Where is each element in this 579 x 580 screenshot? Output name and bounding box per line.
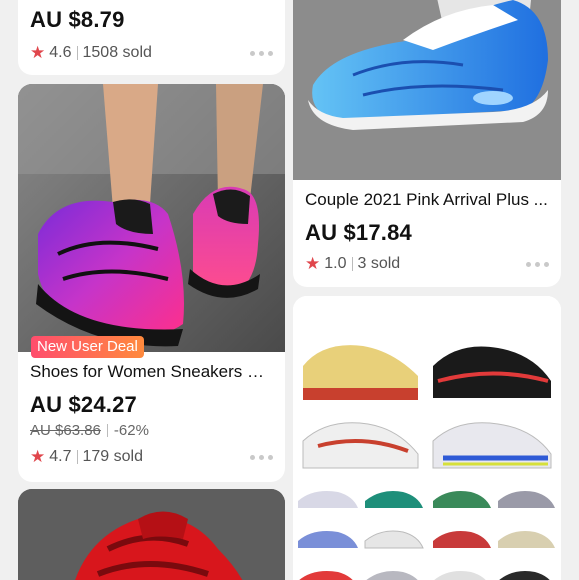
product-price: AU $8.79 — [30, 7, 125, 32]
rating-row: ★ 4.7 179 sold — [30, 446, 273, 468]
pink-sneakers-image — [18, 84, 285, 352]
sold-count: 1508 sold — [82, 44, 152, 61]
rating-value: 4.6 — [49, 44, 72, 61]
original-price: AU $63.86 — [30, 422, 101, 439]
more-dots-icon[interactable] — [250, 50, 273, 56]
new-user-deal-badge: New User Deal — [31, 336, 144, 358]
product-card[interactable] — [18, 489, 285, 580]
original-price-row: AU $63.86 -62% — [30, 422, 149, 439]
divider — [76, 450, 78, 464]
product-card[interactable]: AU $8.79 ★ 4.6 1508 sold — [18, 0, 285, 75]
product-image[interactable] — [18, 84, 285, 352]
product-title[interactable]: Shoes for Women Sneakers M... — [30, 362, 275, 382]
rating-value: 4.7 — [49, 448, 72, 465]
blue-sneaker-image — [293, 0, 561, 180]
star-icon: ★ — [305, 254, 321, 273]
product-image[interactable] — [18, 489, 285, 580]
rating-value: 1.0 — [324, 255, 347, 272]
product-price: AU $17.84 — [305, 220, 412, 245]
product-card[interactable] — [293, 296, 561, 580]
divider — [76, 46, 78, 60]
product-card[interactable]: New User Deal Shoes for Women Sneakers M… — [18, 84, 285, 482]
star-icon: ★ — [30, 43, 46, 62]
star-icon: ★ — [30, 447, 46, 466]
rating-row: ★ 4.6 1508 sold — [30, 42, 273, 64]
sold-count: 179 sold — [82, 448, 144, 465]
red-sneaker-image — [18, 489, 285, 580]
divider — [106, 424, 108, 437]
product-image[interactable] — [293, 0, 561, 180]
more-dots-icon[interactable] — [526, 261, 549, 267]
rating-row: ★ 1.0 3 sold — [305, 253, 549, 275]
product-feed: AU $8.79 ★ 4.6 1508 sold New User Deal S… — [0, 0, 579, 580]
product-card[interactable]: Couple 2021 Pink Arrival Plus ... AU $17… — [293, 0, 561, 287]
divider — [351, 257, 353, 271]
discount-percent: -62% — [113, 422, 149, 439]
product-title[interactable]: Couple 2021 Pink Arrival Plus ... — [305, 190, 551, 210]
product-image[interactable] — [293, 296, 561, 580]
product-price: AU $24.27 — [30, 392, 137, 417]
sneaker-collection-image — [293, 296, 561, 580]
more-dots-icon[interactable] — [250, 454, 273, 460]
sold-count: 3 sold — [357, 255, 401, 272]
